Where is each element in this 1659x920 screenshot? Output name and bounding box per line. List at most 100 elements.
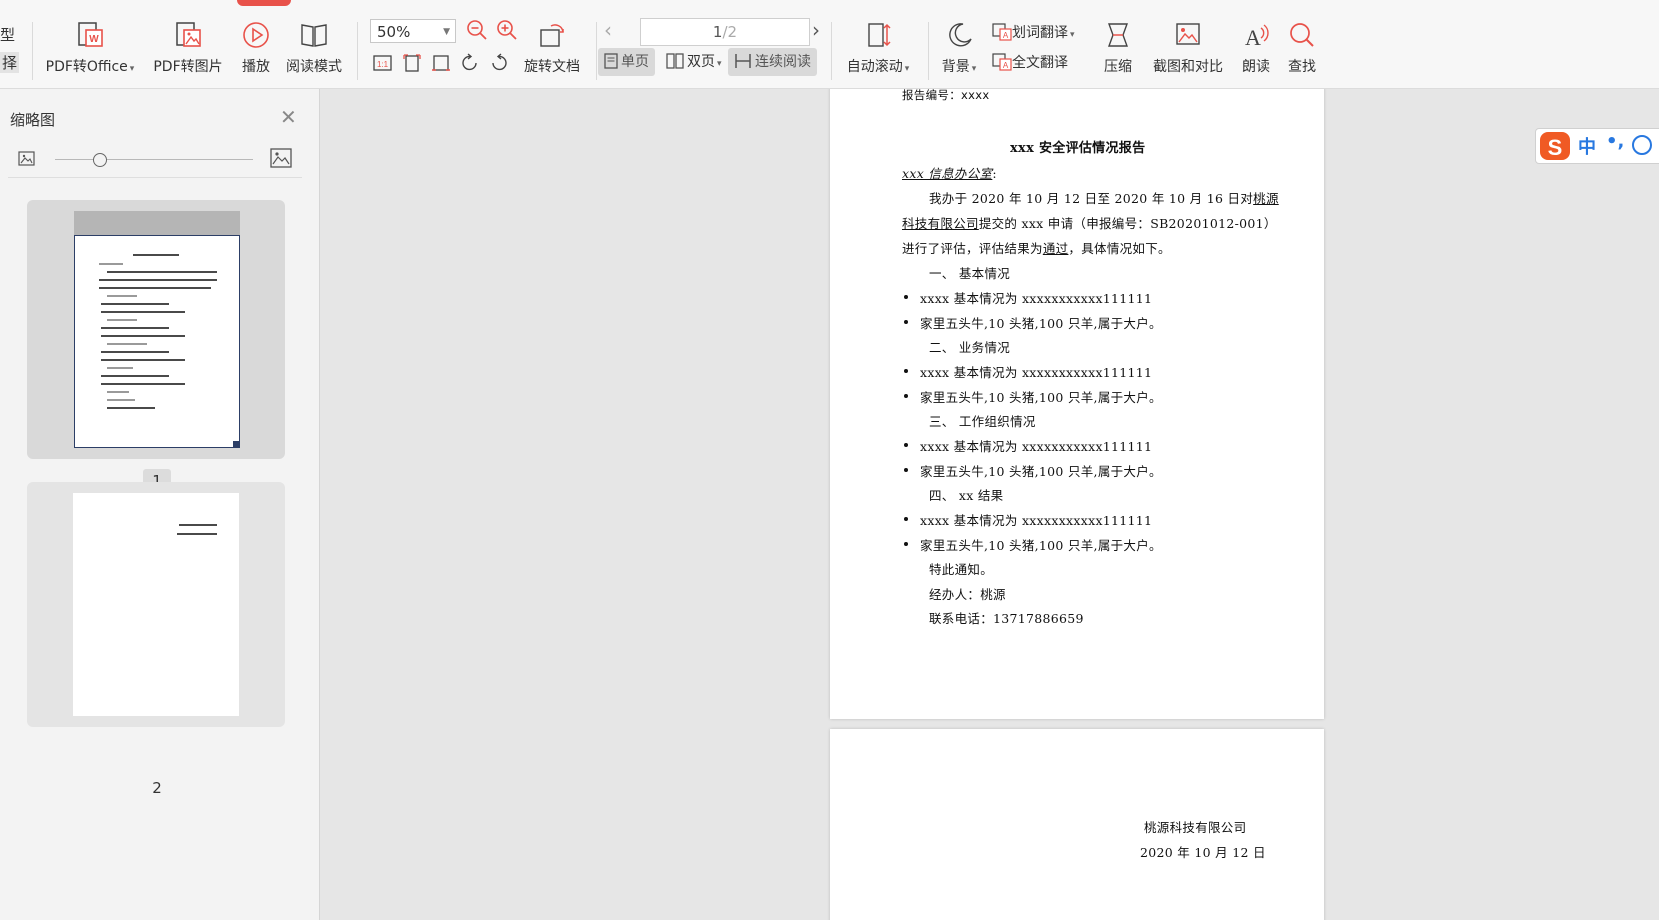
actual-size-icon[interactable]: 1:1 [372,52,394,74]
compress-button[interactable]: 压缩 [1098,20,1138,76]
notice-text: 特此通知。 [929,562,994,577]
book-icon [301,24,327,47]
paragraph-line-3: 进行了评估，评估结果为通过，具体情况如下。 [902,241,1171,256]
ime-toolbar[interactable]: S 中 •, [1535,128,1659,164]
toolbar-separator [596,22,597,80]
single-page-label: 单页 [621,54,649,70]
zoom-in-icon[interactable] [495,18,519,42]
screenshot-icon [1176,23,1200,45]
list-item: xxxx 基本情况为 xxxxxxxxxxx111111 [920,513,1153,528]
close-icon[interactable]: ✕ [280,107,297,127]
thumbnail-page-image [73,493,239,716]
slider-knob[interactable] [93,153,107,167]
toolbar-separator [357,22,358,80]
fit-page-icon[interactable] [401,52,423,74]
toolbar-separator [32,22,33,80]
bullet-icon [904,394,908,398]
search-icon [1290,23,1314,47]
active-tab-indicator [237,0,291,6]
chevron-down-icon: ▾ [717,59,722,69]
list-item: 家里五头牛,10 头猪,100 只羊,属于大户。 [920,390,1162,405]
section-heading: 一、 基本情况 [929,266,1011,281]
zoom-out-icon[interactable] [465,18,489,42]
signature-date: 2020 年 10 月 12 日 [1140,845,1266,860]
screenshot-compare-label: 截图和对比 [1153,59,1223,75]
word-translate-button[interactable]: A 划词翻译 ▾ [992,22,1075,42]
compress-icon [1108,23,1128,47]
thumbnail-size-slider[interactable] [55,159,253,160]
svg-text:W: W [89,34,99,45]
svg-text:A: A [1245,25,1261,50]
report-title: xxx 安全评估情况报告 [1010,141,1146,156]
full-translate-label: 全文翻译 [1012,55,1068,71]
cut-off-label-top: 型 [0,26,16,44]
list-item: 家里五头牛,10 头猪,100 只羊,属于大户。 [920,316,1162,331]
page-number-input[interactable]: 1/2 [640,18,810,46]
single-page-icon [604,53,618,69]
ime-punctuation-toggle[interactable]: •, [1606,131,1624,152]
read-aloud-label: 朗读 [1242,59,1270,75]
fit-width-icon[interactable] [430,52,452,74]
chevron-down-icon: ▾ [971,64,977,74]
auto-scroll-label: 自动滚动 [846,59,903,75]
double-page-button[interactable]: 双页 ▾ [660,48,728,76]
svg-text:A: A [1003,61,1009,70]
next-page-icon[interactable]: › [812,18,820,42]
bullet-icon [904,517,908,521]
ime-language-toggle[interactable]: 中 [1578,133,1596,159]
phone-text: 联系电话：13717886659 [929,611,1084,626]
read-aloud-button[interactable]: A 朗读 [1236,20,1276,76]
toolbar-separator [831,22,832,80]
bullet-icon [904,369,908,373]
pdf-to-office-label: PDF转Office [45,59,128,75]
list-item: 家里五头牛,10 头猪,100 只羊,属于大户。 [920,464,1162,479]
cut-off-label-bottom[interactable]: 择 [0,52,20,73]
thumbnail-label-2[interactable]: 2 [143,779,171,797]
auto-scroll-button[interactable]: 自动滚动 ▾ [838,20,918,76]
pdf-to-office-icon: W [78,22,103,47]
chevron-down-icon: ▾ [1070,30,1075,40]
thumbnail-page-2[interactable] [27,482,285,727]
large-thumbnail-icon[interactable] [270,148,292,168]
continuous-read-icon [735,54,751,68]
pdf-to-image-button[interactable]: PDF转图片 [148,20,228,76]
addressee: xxx 信息办公室: [902,166,997,181]
play-icon [243,22,269,48]
total-pages: /2 [722,23,738,41]
screenshot-compare-button[interactable]: 截图和对比 [1146,20,1230,76]
rotate-document-button[interactable]: 旋转文档 [520,20,584,76]
zoom-select[interactable]: 50% ▼ [370,19,456,43]
find-label: 查找 [1288,59,1316,75]
single-page-button[interactable]: 单页 [598,48,655,76]
chevron-down-icon: ▼ [443,27,450,37]
pdf-to-office-button[interactable]: W PDF转Office ▾ [42,20,138,76]
play-button[interactable]: 播放 [236,20,276,76]
full-translate-icon: A [992,53,1012,71]
report-number: 报告编号：xxxx [902,89,990,102]
find-button[interactable]: 查找 [1282,20,1322,76]
read-aloud-icon: A [1245,24,1269,50]
rotate-document-icon [540,24,564,47]
pdf-to-image-icon [176,22,201,47]
compress-label: 压缩 [1104,59,1132,75]
bullet-icon [904,320,908,324]
svg-text:A: A [1003,31,1009,40]
full-translate-button[interactable]: A 全文翻译 [992,52,1068,72]
previous-page-icon[interactable]: ‹ [604,18,612,42]
pdf-to-image-label: PDF转图片 [153,59,223,75]
bullet-icon [904,468,908,472]
section-heading: 二、 业务情况 [929,340,1011,355]
thumbnail-page-1[interactable] [27,200,285,459]
continuous-read-button[interactable]: 连续阅读 [728,48,817,76]
section-heading: 四、 xx 结果 [929,488,1004,503]
rotate-left-icon[interactable] [459,52,481,74]
toolbar-separator [928,22,929,80]
read-mode-label: 阅读模式 [286,59,342,75]
background-button[interactable]: 背景 ▾ [934,20,984,76]
rotate-right-icon[interactable] [488,52,510,74]
bullet-icon [904,295,908,299]
small-thumbnail-icon[interactable] [18,151,35,166]
document-viewer[interactable]: 报告编号：xxxx xxx 安全评估情况报告 xxx 信息办公室: 我办于 20… [320,89,1659,920]
read-mode-button[interactable]: 阅读模式 [282,20,346,76]
emoji-icon[interactable] [1632,135,1652,155]
